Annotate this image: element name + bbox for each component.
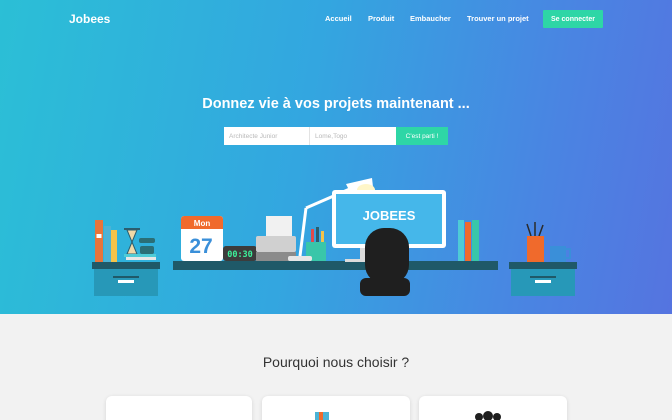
nav-product[interactable]: Produit: [368, 14, 394, 23]
team-icon: [475, 411, 501, 420]
book-icon: [126, 257, 156, 260]
login-button[interactable]: Se connecter: [543, 10, 603, 28]
phone-icon: [139, 238, 155, 254]
section-title: Pourquoi nous choisir ?: [262, 354, 410, 370]
nav-hire[interactable]: Embaucher: [410, 14, 451, 23]
hero-section: Jobees Accueil Produit Embaucher Trouver…: [0, 0, 672, 314]
feature-card: [419, 396, 567, 420]
calendar-icon: Mon 27: [181, 216, 223, 261]
desk: [173, 261, 498, 270]
nav-home[interactable]: Accueil: [325, 14, 352, 23]
hero-headline: Donnez vie à vos projets maintenant ...: [202, 96, 470, 112]
drawer-cabinet-left: [92, 262, 160, 296]
calendar-day: 27: [189, 235, 212, 258]
digital-clock-icon: 00:30: [223, 246, 257, 261]
brand-logo[interactable]: Jobees: [69, 12, 110, 26]
calendar-month: Mon: [194, 219, 211, 228]
feature-card: [106, 396, 252, 420]
nav-find-project[interactable]: Trouver un projet: [467, 14, 529, 23]
pen-holder-icon: [306, 227, 326, 261]
printer-icon: [256, 216, 296, 261]
drawer-cabinet-right: [509, 262, 577, 296]
clock-time: 00:30: [227, 250, 253, 260]
search-submit-button[interactable]: C'est parti !: [396, 127, 448, 145]
window-icon: [315, 412, 329, 420]
binders-right-icon: [458, 220, 479, 261]
location-search-input[interactable]: [310, 127, 396, 145]
feature-card: [262, 396, 410, 420]
office-chair: [360, 228, 410, 296]
job-search-input[interactable]: [224, 127, 310, 145]
monitor-logo: JOBEES: [363, 208, 416, 223]
mug-icon: [550, 246, 571, 262]
binders-left-icon: [95, 220, 117, 262]
office-illustration: Mon 27 00:30 JOBEES: [92, 178, 577, 296]
brush-jar-icon: [526, 222, 544, 262]
hourglass-icon: [124, 228, 140, 256]
book-icon: [124, 254, 156, 257]
